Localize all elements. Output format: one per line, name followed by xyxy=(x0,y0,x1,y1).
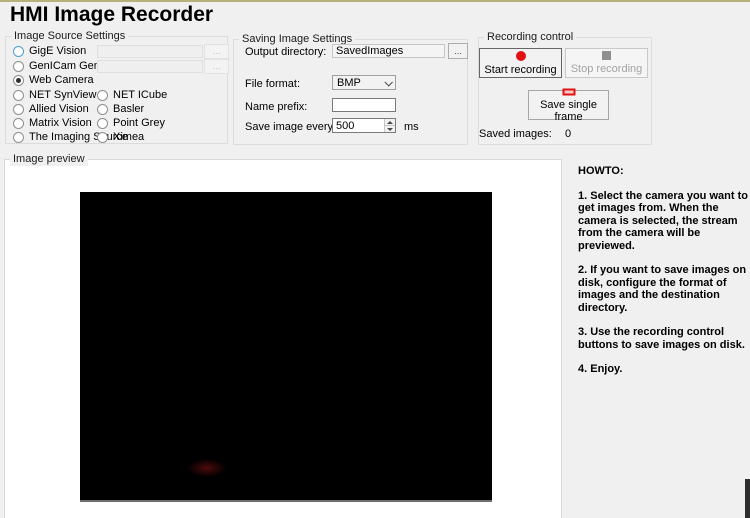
gentl-path-field[interactable] xyxy=(97,60,203,73)
radio-label: GigE Vision xyxy=(29,45,86,57)
radio-icon xyxy=(13,90,24,101)
top-accent-strip xyxy=(0,0,750,2)
gige-path-field[interactable] xyxy=(97,45,203,58)
radio-icon xyxy=(13,46,24,57)
stop-icon xyxy=(602,51,611,60)
radio-label: Basler xyxy=(113,103,144,115)
hmi-image-recorder-window: HMI Image Recorder Image Source Settings… xyxy=(0,0,750,518)
camera-preview-image xyxy=(80,192,492,502)
save-single-frame-button[interactable]: Save single frame xyxy=(528,90,609,120)
saved-images-count: 0 xyxy=(565,128,571,140)
gentl-browse-button[interactable]: ... xyxy=(204,59,229,74)
radio-point-grey[interactable]: Point Grey xyxy=(97,117,165,129)
radio-label: Allied Vision xyxy=(29,103,89,115)
group-label: Recording control xyxy=(484,31,576,44)
save-interval-stepper xyxy=(332,118,396,133)
save-single-frame-label: Save single frame xyxy=(529,99,608,123)
saved-images-label: Saved images: xyxy=(479,128,552,140)
output-directory-browse-button[interactable]: ... xyxy=(448,43,468,59)
file-format-label: File format: xyxy=(245,78,300,90)
chevron-down-icon xyxy=(384,78,392,86)
howto-step-4: 4. Enjoy. xyxy=(578,363,748,376)
howto-step-2: 2. If you want to save images on disk, c… xyxy=(578,264,748,314)
group-label: Image Source Settings xyxy=(11,30,128,43)
radio-web-camera[interactable]: Web Camera xyxy=(13,74,94,86)
spin-down-button[interactable] xyxy=(385,125,395,132)
page-title: HMI Image Recorder xyxy=(10,3,213,27)
radio-allied-vision[interactable]: Allied Vision xyxy=(13,103,89,115)
output-directory-label: Output directory: xyxy=(245,46,326,58)
radio-icon xyxy=(97,90,108,101)
gige-browse-button[interactable]: ... xyxy=(204,44,229,59)
radio-ximea[interactable]: Ximea xyxy=(97,131,144,143)
arrow-down-icon xyxy=(387,128,393,131)
radio-net-icube[interactable]: NET ICube xyxy=(97,89,167,101)
radio-icon xyxy=(13,75,24,86)
howto-title: HOWTO: xyxy=(578,165,748,178)
radio-net-synview[interactable]: NET SynView xyxy=(13,89,96,101)
radio-label: Matrix Vision xyxy=(29,117,92,129)
radio-label: Web Camera xyxy=(29,74,94,86)
save-interval-field[interactable] xyxy=(333,119,384,132)
radio-label: NET ICube xyxy=(113,89,167,101)
radio-label: Ximea xyxy=(113,131,144,143)
radio-icon xyxy=(13,118,24,129)
radio-label: NET SynView xyxy=(29,89,96,101)
file-format-select[interactable]: BMP xyxy=(332,75,396,90)
stop-recording-label: Stop recording xyxy=(571,63,643,75)
name-prefix-field[interactable] xyxy=(332,98,396,112)
radio-icon xyxy=(97,132,108,143)
radio-icon xyxy=(13,132,24,143)
save-every-label: Save image every: xyxy=(245,121,336,133)
howto-panel: HOWTO: 1. Select the camera you want to … xyxy=(578,165,748,388)
group-label: Image preview xyxy=(10,153,88,166)
start-recording-label: Start recording xyxy=(484,64,556,76)
name-prefix-label: Name prefix: xyxy=(245,101,307,113)
stop-recording-button[interactable]: Stop recording xyxy=(565,48,648,78)
radio-icon xyxy=(97,118,108,129)
radio-label: Point Grey xyxy=(113,117,165,129)
start-recording-button[interactable]: Start recording xyxy=(479,48,562,78)
radio-icon xyxy=(97,104,108,115)
radio-icon xyxy=(13,104,24,115)
spinner-buttons xyxy=(384,119,395,132)
record-icon xyxy=(516,51,526,61)
howto-step-3: 3. Use the recording control buttons to … xyxy=(578,326,748,351)
radio-matrix-vision[interactable]: Matrix Vision xyxy=(13,117,92,129)
dark-edge-bar xyxy=(745,479,750,518)
output-directory-field[interactable] xyxy=(332,44,445,58)
file-format-value: BMP xyxy=(337,77,361,89)
arrow-up-icon xyxy=(387,121,393,124)
ms-unit-label: ms xyxy=(404,121,419,133)
radio-gige-vision[interactable]: GigE Vision xyxy=(13,45,86,57)
howto-step-1: 1. Select the camera you want to get ima… xyxy=(578,190,748,253)
radio-basler[interactable]: Basler xyxy=(97,103,144,115)
radio-icon xyxy=(13,61,24,72)
